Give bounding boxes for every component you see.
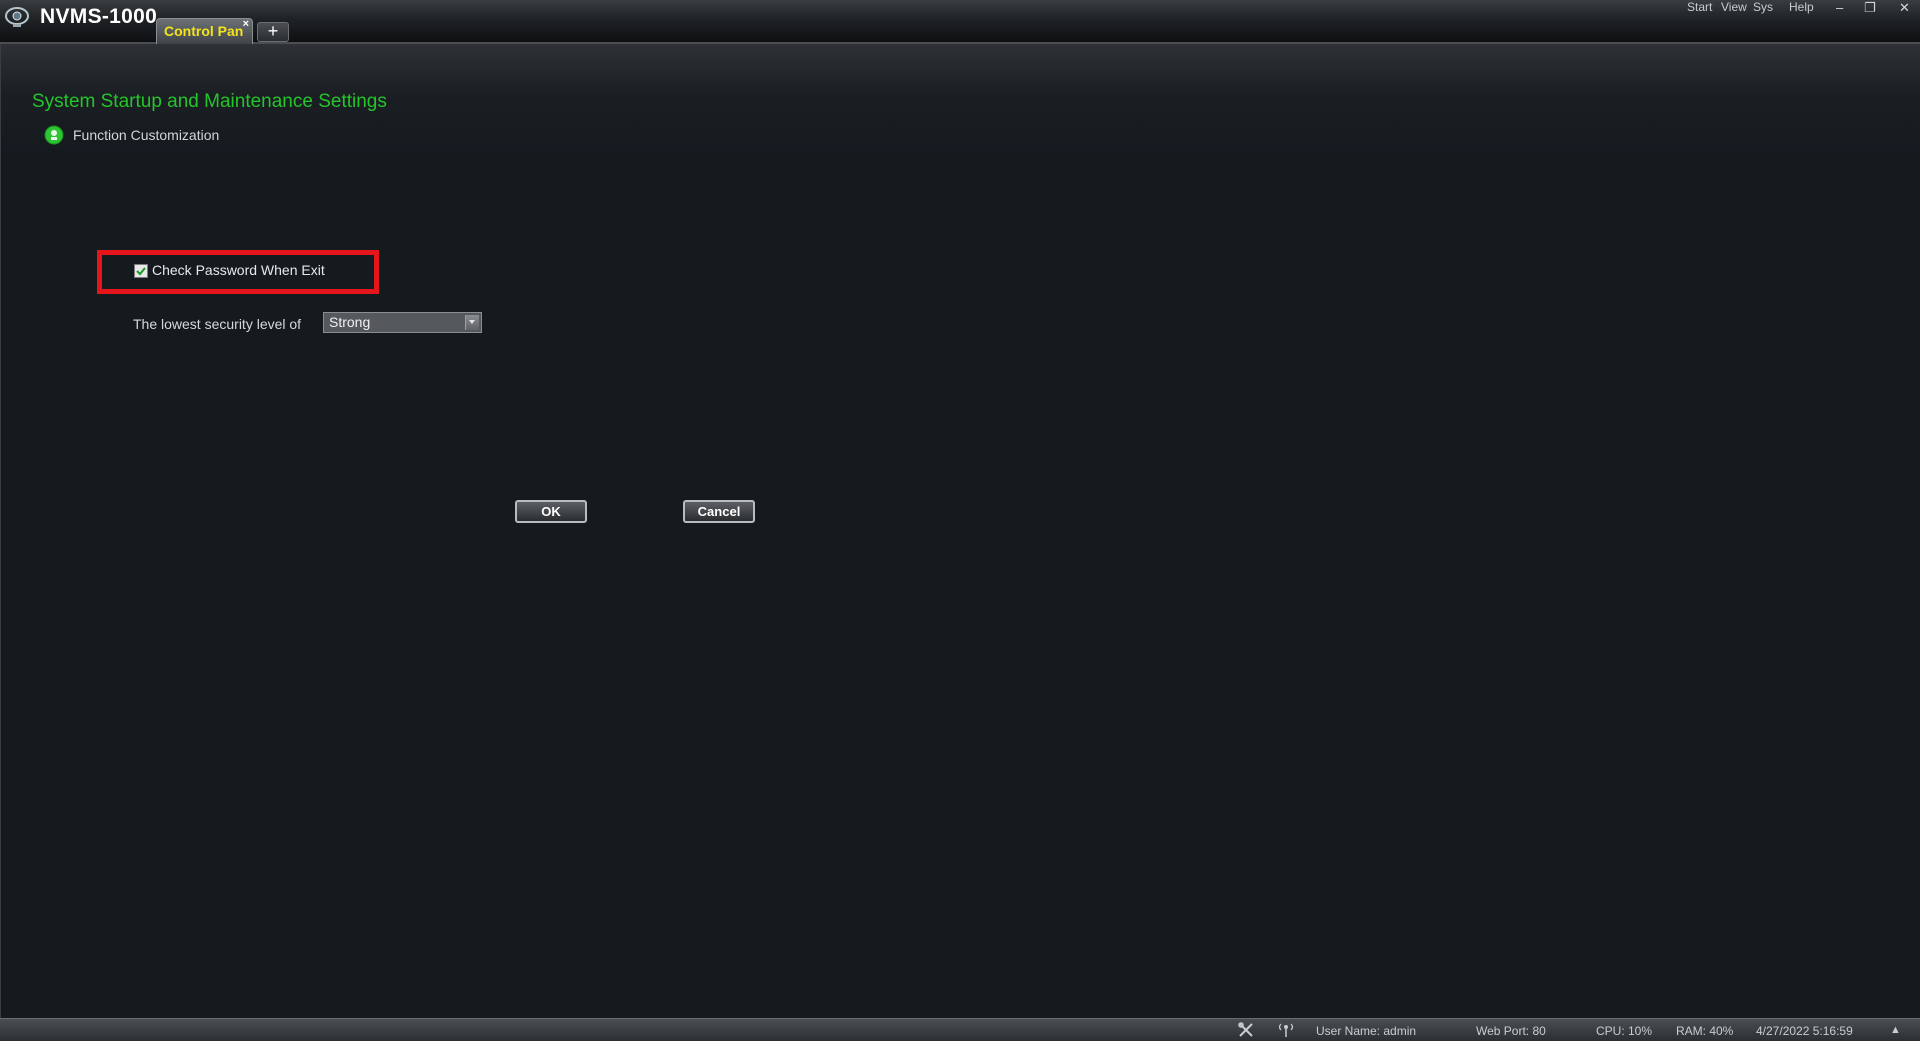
status-ram: RAM: 40% xyxy=(1676,1024,1734,1038)
nvms-window: NVMS-1000 Control Pan × + Start View Sys… xyxy=(0,0,1920,1041)
green-gear-icon xyxy=(44,125,64,145)
status-datetime: 4/27/2022 5:16:59 xyxy=(1756,1024,1853,1038)
window-left-edge xyxy=(0,44,1,1018)
restore-icon[interactable]: ❐ xyxy=(1864,0,1876,16)
network-icon[interactable] xyxy=(1277,1022,1295,1038)
security-level-select[interactable]: Strong xyxy=(323,312,482,333)
status-user-name: User Name: admin xyxy=(1316,1024,1417,1038)
status-bar: User Name: admin Web Port: 80 CPU: 10% R… xyxy=(0,1018,1920,1041)
tools-icon[interactable] xyxy=(1237,1022,1255,1038)
menu-help[interactable]: Help xyxy=(1789,0,1814,14)
security-level-label: The lowest security level of xyxy=(133,316,302,332)
security-level-value: Strong xyxy=(329,314,371,330)
camera-globe-icon xyxy=(5,7,29,27)
status-web-port: Web Port: 80 xyxy=(1476,1024,1546,1038)
title-bar: NVMS-1000 Control Pan × + Start View Sys… xyxy=(0,0,1920,44)
menu-sys[interactable]: Sys xyxy=(1753,0,1773,14)
checkmark-icon xyxy=(136,267,146,276)
expand-up-icon[interactable]: ▲ xyxy=(1890,1024,1901,1036)
minimize-icon[interactable]: ‒ xyxy=(1836,0,1843,15)
check-password-checkbox[interactable] xyxy=(134,264,148,278)
close-icon[interactable]: ✕ xyxy=(1899,0,1910,16)
check-password-label[interactable]: Check Password When Exit xyxy=(152,262,325,278)
menu-start[interactable]: Start xyxy=(1687,0,1712,14)
cancel-button[interactable]: Cancel xyxy=(683,500,755,523)
settings-panel: System Startup and Maintenance Settings … xyxy=(0,44,1920,1018)
tab-label: Control Pan xyxy=(164,23,244,39)
page-title: System Startup and Maintenance Settings xyxy=(32,91,387,112)
section-label: Function Customization xyxy=(73,127,220,143)
menu-view[interactable]: View xyxy=(1721,0,1747,14)
tab-control-panel[interactable]: Control Pan × xyxy=(156,18,253,44)
chevron-down-icon[interactable] xyxy=(465,315,479,330)
status-cpu: CPU: 10% xyxy=(1596,1024,1653,1038)
add-tab-button[interactable]: + xyxy=(257,22,289,42)
app-title: NVMS-1000 xyxy=(40,5,158,28)
tab-close-icon[interactable]: × xyxy=(243,19,249,30)
ok-button[interactable]: OK xyxy=(515,500,587,523)
